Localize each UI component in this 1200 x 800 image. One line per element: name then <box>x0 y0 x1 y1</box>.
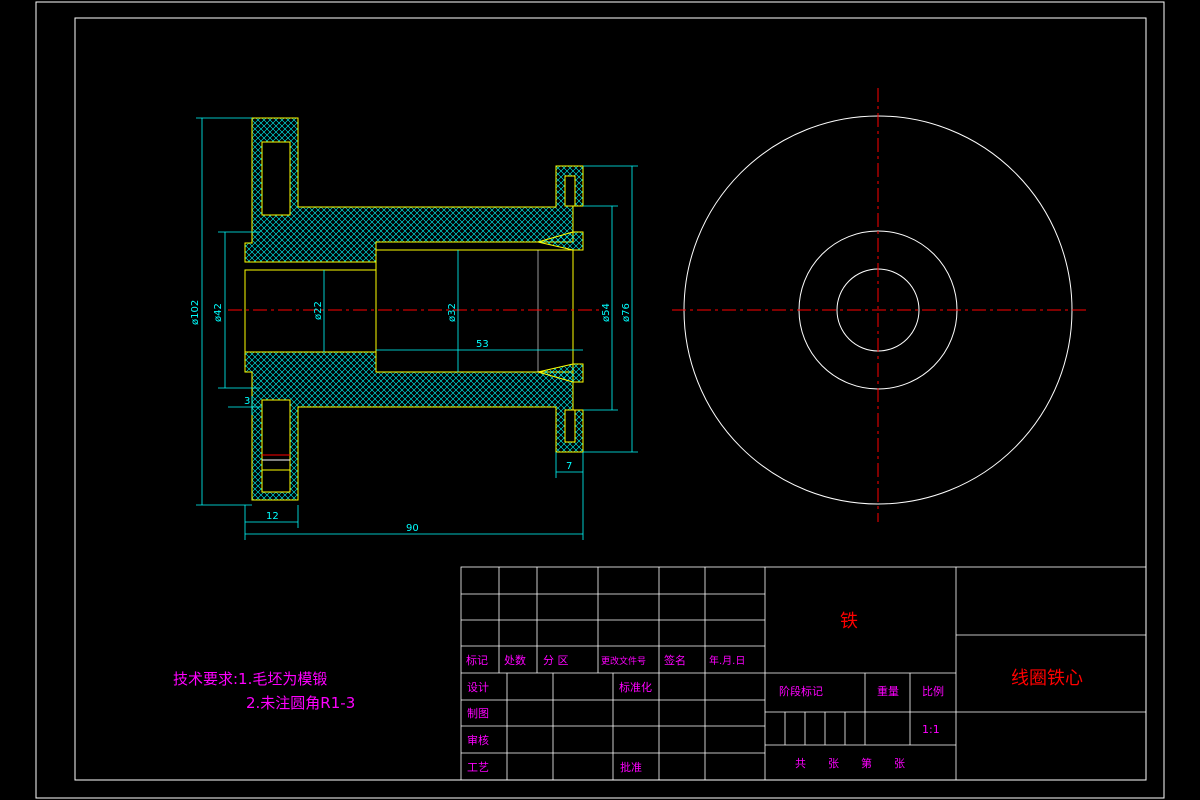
tb-scale-value: 1:1 <box>922 723 940 736</box>
tb-process: 工艺 <box>467 761 489 774</box>
title-block-main: 铁 线圈铁心 <box>840 611 1083 689</box>
material-name: 铁 <box>840 611 858 632</box>
dim-53: 53 <box>476 339 489 350</box>
hatched-wall <box>244 117 584 263</box>
note-line-2: 2.未注圆角R1-3 <box>246 694 355 712</box>
tb-date: 年.月.日 <box>709 654 745 667</box>
cad-drawing-canvas: ø102 ø42 ø22 ø32 ø54 ø76 53 90 12 7 3 技术… <box>35 1 1165 799</box>
dim-d54: ø54 <box>601 303 612 322</box>
cavity-top <box>261 141 291 216</box>
flange-slot-top <box>564 175 576 207</box>
tb-design: 设计 <box>467 681 489 694</box>
tb-change-doc: 更改文件号 <box>601 655 646 667</box>
bore-large <box>375 249 574 373</box>
tb-review: 审核 <box>467 733 489 747</box>
dim-d32: ø32 <box>447 303 458 322</box>
tb-drawing: 制图 <box>467 707 489 720</box>
dim-d42: ø42 <box>213 303 224 322</box>
dim-d102: ø102 <box>190 300 201 325</box>
tb-approve: 批准 <box>620 760 642 774</box>
bore-small <box>244 269 377 353</box>
tb-mark: 标记 <box>466 653 488 667</box>
tb-weight: 重量 <box>877 684 899 698</box>
tb-sheets: 共 张 第 张 <box>795 756 905 770</box>
tb-signature: 签名 <box>664 653 686 667</box>
flange-slot-bottom <box>564 409 576 443</box>
dim-d76: ø76 <box>621 303 632 322</box>
note-line-1: 技术要求:1.毛坯为模锻 <box>173 670 327 688</box>
end-view <box>672 88 1090 522</box>
cavity-bottom <box>261 399 291 493</box>
dim-7: 7 <box>566 461 572 472</box>
dim-12: 12 <box>266 511 279 522</box>
tb-standardize: 标准化 <box>619 680 652 694</box>
hatched-wall-bottom <box>244 351 584 501</box>
dim-3: 3 <box>244 396 250 407</box>
part-name: 线圈铁心 <box>1011 668 1083 689</box>
technical-notes: 技术要求:1.毛坯为模锻 2.未注圆角R1-3 <box>173 670 355 712</box>
tb-scale: 比例 <box>922 684 944 698</box>
dim-d22: ø22 <box>313 301 324 320</box>
dim-90: 90 <box>406 523 419 534</box>
tb-count: 处数 <box>504 654 526 667</box>
tb-stage-mark: 阶段标记 <box>779 684 823 698</box>
tb-zone: 分 区 <box>543 654 569 667</box>
section-view <box>228 117 600 501</box>
